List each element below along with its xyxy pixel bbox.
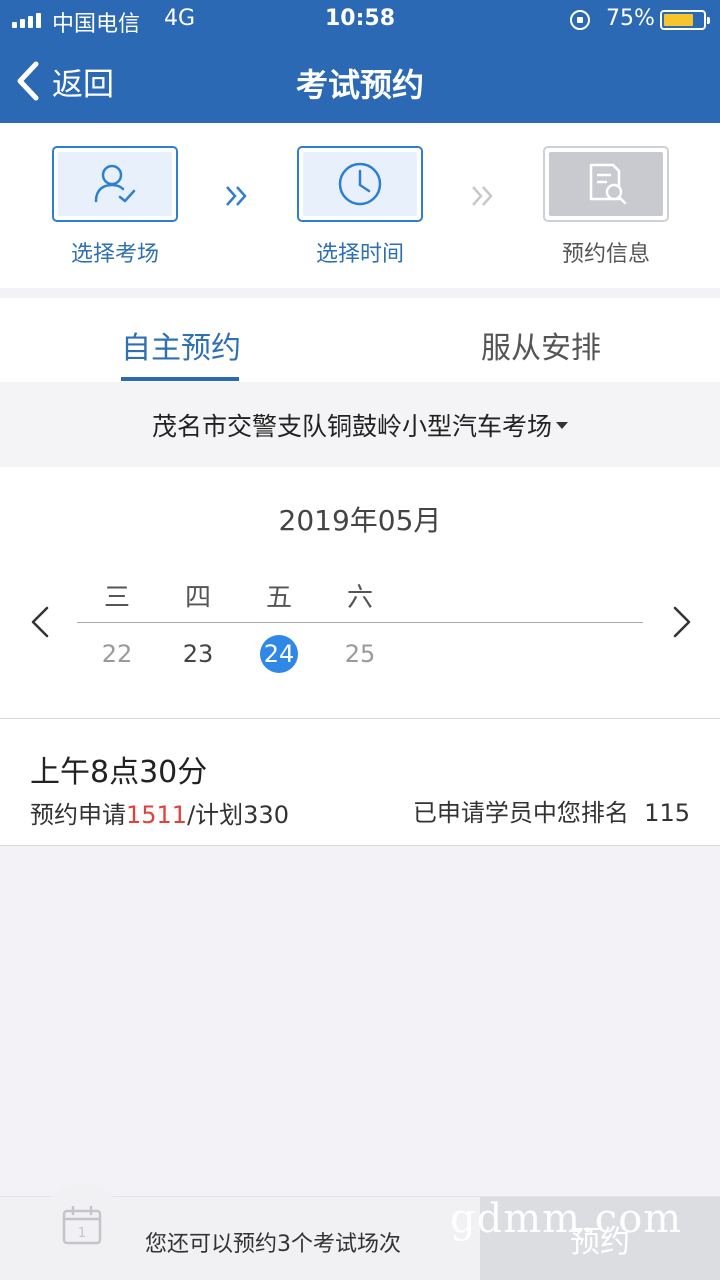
tab-self-booking[interactable]: 自主预约 [121,323,241,367]
calendar-day: 22 [101,640,133,668]
nav-bar: 返回 考试预约 [0,40,720,123]
weekday-label: 五 [265,583,292,613]
weekday-label: 四 [184,583,211,613]
calendar-month: 2019年05月 [278,504,442,537]
calendar-divider [77,622,643,623]
venue-name: 茂名市交警支队铜鼓岭小型汽车考场 [151,412,552,441]
dropdown-caret-icon [556,421,568,429]
rotation-lock-icon [570,10,590,30]
calendar-icon: 1 [62,1205,102,1245]
battery-percent: 75% [606,6,655,31]
booking-steps: 选择考场 选择时间 预约信息 [0,123,720,288]
chevron-left-icon[interactable] [30,605,50,639]
double-chevron-right-icon [226,186,247,206]
step-label: 选择考场 [70,242,159,267]
date-picker: 2019年05月 三 四 五 六 22 23 24 25 [0,467,720,718]
user-check-icon [94,164,136,203]
session-application-count: 预约申请1511/计划330 [30,801,289,829]
step-select-time[interactable]: 选择时间 [297,146,423,268]
my-bookings-button[interactable]: 1 [40,1183,124,1267]
session-rank: 已申请学员中您排名 115 [412,799,690,827]
weekday-label: 三 [103,583,130,613]
step-select-venue[interactable]: 选择考场 [52,146,178,268]
step-label: 预约信息 [561,242,650,267]
remaining-bookings-text: 您还可以预约3个考试场次 [145,1232,401,1257]
active-tab-indicator [121,377,239,381]
step-label: 选择时间 [315,242,404,267]
session-time: 上午8点30分 [30,755,208,790]
applied-count: 1511 [126,801,188,829]
exam-session-row[interactable]: 上午8点30分 预约申请1511/计划330 已申请学员中您排名 115 [0,718,720,846]
clock-icon [338,162,382,206]
venue-selector[interactable]: 茂名市交警支队铜鼓岭小型汽车考场 [0,383,720,467]
svg-text:1: 1 [78,1226,86,1241]
calendar-day-selected[interactable]: 24 [254,634,304,674]
step-booking-info: 预约信息 [543,146,669,268]
tab-assigned-arrangement[interactable]: 服从安排 [481,323,601,367]
chevron-right-icon[interactable] [672,605,692,639]
status-bar: 中国电信 4G 10:58 75% [0,0,720,40]
calendar-day: 25 [344,640,376,668]
watermark: gdmm.com [450,1196,683,1242]
calendar-day[interactable]: 23 [173,634,223,674]
battery-icon [660,10,710,30]
document-search-icon [589,163,627,205]
page-title: 考试预约 [295,66,424,104]
booking-mode-tabs: 自主预约 服从安排 [0,298,720,382]
weekday-label: 六 [346,583,373,613]
double-chevron-right-icon [472,186,493,206]
